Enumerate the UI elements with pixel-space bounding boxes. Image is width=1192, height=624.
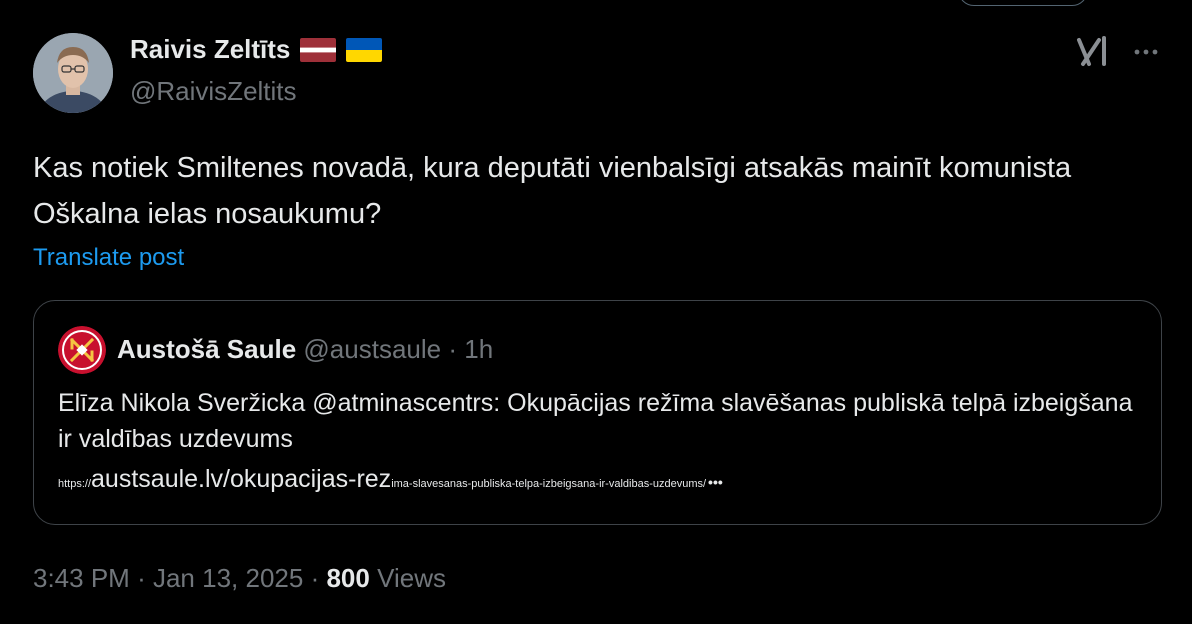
- quoted-author-name[interactable]: Austošā Saule: [117, 334, 296, 364]
- views-label: Views: [377, 563, 446, 593]
- author-handle[interactable]: @RaivisZeltits: [130, 76, 297, 107]
- meta-separator: ·: [310, 563, 320, 593]
- grok-icon[interactable]: [1074, 34, 1110, 70]
- author-name-row[interactable]: Raivis Zeltīts: [130, 34, 383, 65]
- quoted-author-handle[interactable]: @austsaule: [303, 334, 441, 364]
- meta-separator: ·: [137, 563, 146, 593]
- post-metadata: 3:43 PM · Jan 13, 2025 · 800 Views: [33, 563, 446, 594]
- translate-post-link[interactable]: Translate post: [33, 244, 184, 272]
- more-icon[interactable]: [1128, 38, 1164, 66]
- url-prefix: https://: [58, 478, 92, 490]
- top-partial-button[interactable]: [958, 0, 1088, 6]
- quoted-post-card[interactable]: Austošā Saule @austsaule · 1h Elīza Niko…: [33, 300, 1162, 525]
- quoted-post-header: Austošā Saule @austsaule · 1h: [117, 334, 493, 365]
- views-count: 800: [326, 563, 370, 593]
- quoted-author-avatar[interactable]: [58, 326, 106, 374]
- url-ellipsis: •••: [708, 474, 723, 490]
- post-time[interactable]: 3:43 PM: [33, 563, 130, 593]
- quoted-post-link[interactable]: https:// austsaule.lv/okupacijas-rez ima…: [58, 465, 723, 494]
- quoted-separator: ·: [448, 334, 458, 364]
- post-date[interactable]: Jan 13, 2025: [153, 563, 303, 593]
- quoted-post-time[interactable]: 1h: [464, 334, 493, 364]
- url-suffix: ima-slavesanas-publiska-telpa-izbeigsana…: [391, 478, 707, 490]
- author-name[interactable]: Raivis Zeltīts: [130, 34, 290, 65]
- ukraine-flag-icon: [346, 37, 383, 62]
- author-avatar[interactable]: [33, 33, 113, 113]
- url-main: austsaule.lv/okupacijas-rez: [91, 465, 392, 493]
- quoted-post-text: Elīza Nikola Sveržicka @atminascentrs: O…: [58, 389, 1133, 453]
- latvia-flag-icon: [300, 37, 337, 62]
- tweet-text: Kas notiek Smiltenes novadā, kura deputā…: [33, 152, 1072, 230]
